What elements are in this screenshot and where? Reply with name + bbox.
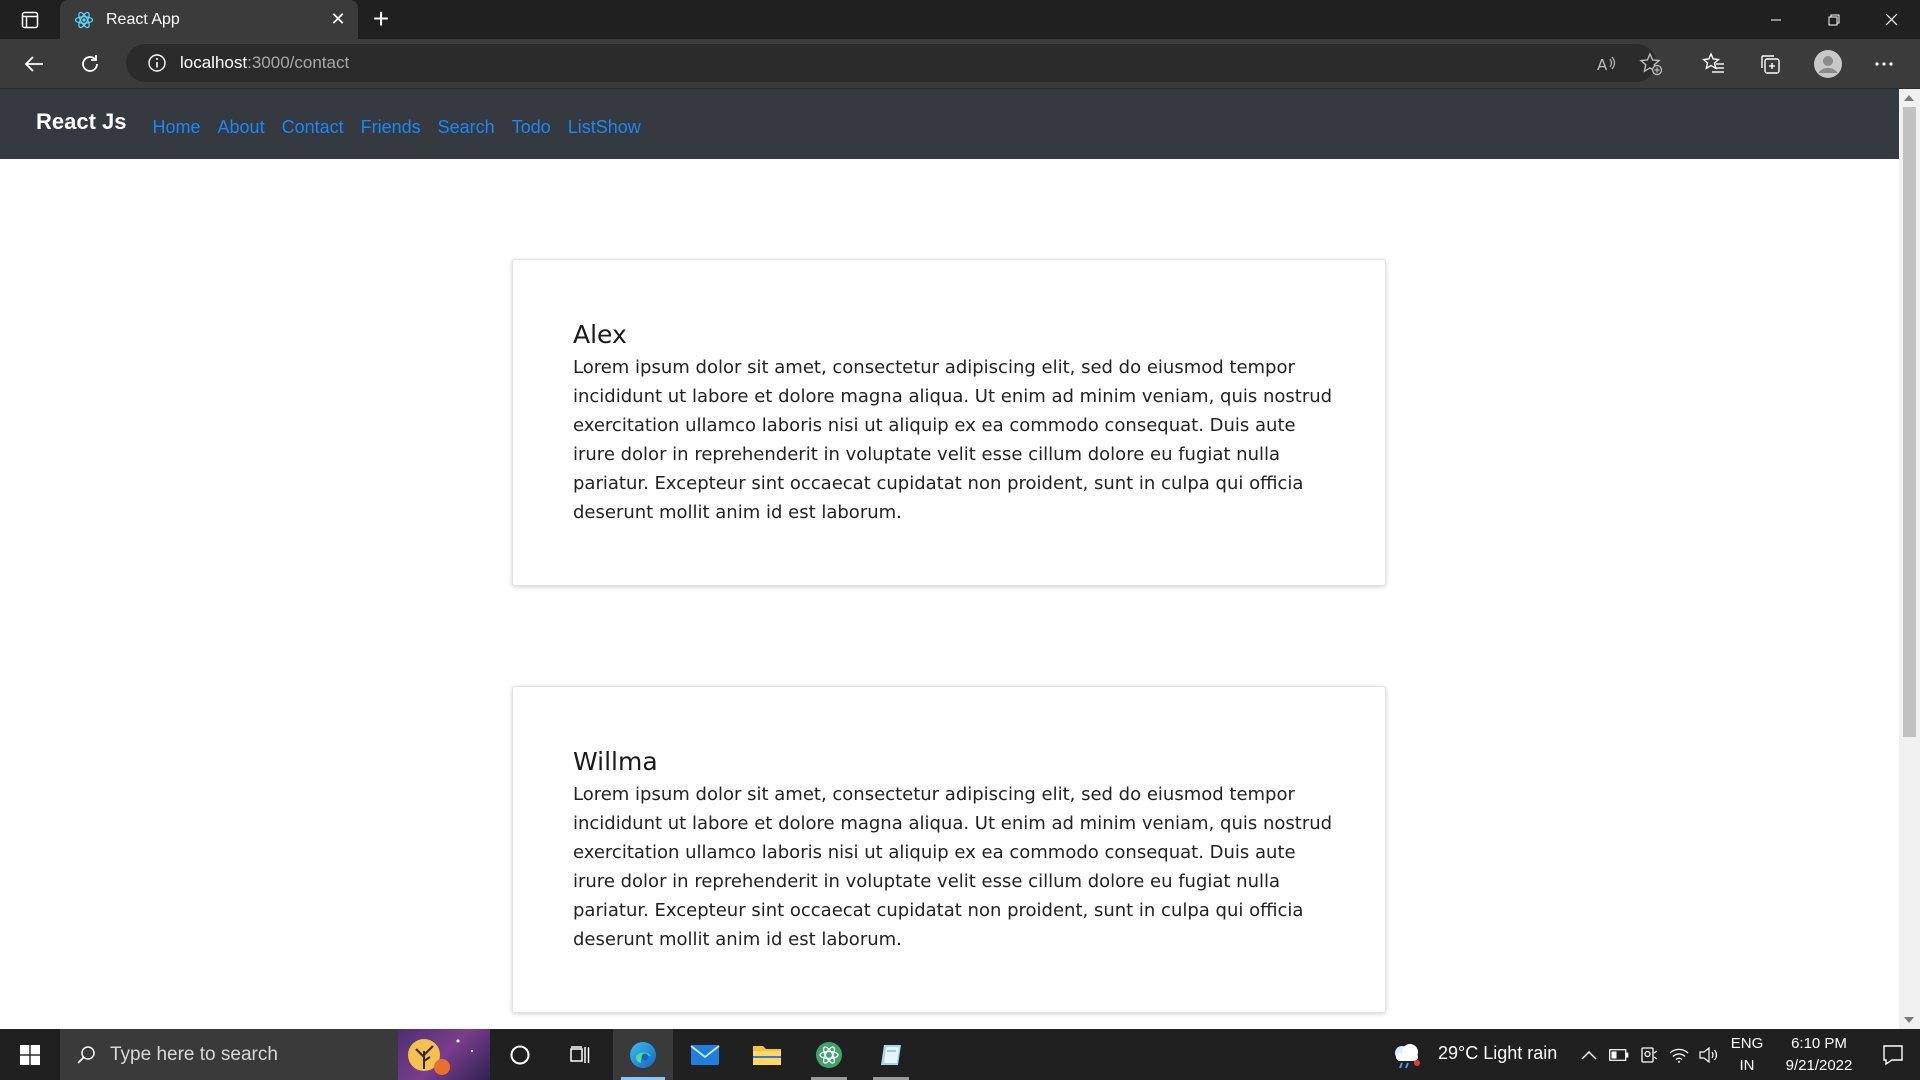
meet-now-button[interactable] (1634, 1029, 1664, 1080)
clock[interactable]: 6:10 PM 9/21/2022 (1772, 1033, 1866, 1077)
language-indicator[interactable]: ENG IN (1726, 1033, 1768, 1077)
taskbar-electron-app-button[interactable] (799, 1029, 859, 1080)
react-favicon-icon (74, 10, 94, 30)
start-button[interactable] (0, 1029, 60, 1080)
site-navbar: React Js Home About Contact Friends Sear… (0, 89, 1899, 159)
nav-link-home[interactable]: Home (153, 117, 201, 138)
wifi-icon (1669, 1048, 1689, 1063)
rain-cloud-icon (1395, 1043, 1420, 1068)
url-host: localhost (180, 53, 248, 72)
scroll-up-arrow-icon[interactable] (1904, 95, 1914, 101)
nav-link-contact[interactable]: Contact (282, 117, 344, 138)
avatar-icon (1814, 50, 1842, 78)
volume-button[interactable] (1694, 1029, 1724, 1080)
taskbar-file-explorer-button[interactable] (737, 1029, 797, 1080)
browser-toolbar: localhost:3000/contact A (0, 39, 1920, 89)
taskbar-edge-button[interactable] (613, 1029, 673, 1080)
atom-app-icon (816, 1041, 842, 1068)
browser-tab-bar: React App ✕ + (0, 0, 1920, 39)
cortana-circle-icon (510, 1045, 530, 1064)
speaker-icon (1699, 1046, 1718, 1063)
add-favorite-button[interactable] (1633, 47, 1669, 81)
url-path: :3000/contact (247, 53, 350, 72)
favorites-button[interactable] (1696, 47, 1732, 81)
minimize-button[interactable] (1747, 0, 1805, 39)
profile-button[interactable] (1810, 47, 1846, 81)
tab-close-icon[interactable]: ✕ (324, 6, 352, 34)
contact-card: Alex Lorem ipsum dolor sit amet, consect… (512, 259, 1386, 586)
notes-app-icon (881, 1044, 901, 1065)
battery-icon (1609, 1048, 1629, 1061)
cortana-button[interactable] (490, 1029, 550, 1080)
windows-taskbar: Type here to search 29°C Light rain ENG … (0, 1029, 1920, 1080)
nav-link-todo[interactable]: Todo (512, 117, 551, 138)
scroll-thumb[interactable] (1903, 107, 1916, 737)
page-viewport: React Js Home About Contact Friends Sear… (0, 89, 1899, 1029)
battery-button[interactable] (1604, 1029, 1634, 1080)
notifications-button[interactable] (1866, 1029, 1920, 1080)
weather-text[interactable]: 29°C Light rain (1438, 1043, 1557, 1064)
notification-icon (1883, 1044, 1903, 1065)
contact-name: Willma (573, 747, 658, 776)
contact-card: Willma Lorem ipsum dolor sit amet, conse… (512, 686, 1386, 1013)
back-arrow-icon (24, 56, 43, 72)
minimize-icon (1771, 19, 1781, 20)
collections-icon (1761, 55, 1780, 74)
taskbar-mail-button[interactable] (675, 1029, 735, 1080)
task-view-button[interactable] (550, 1029, 610, 1080)
nav-link-about[interactable]: About (218, 117, 265, 138)
address-bar[interactable]: localhost:3000/contact (126, 44, 1656, 82)
nav-link-friends[interactable]: Friends (361, 117, 421, 138)
back-button[interactable] (16, 47, 52, 81)
taskbar-search-placeholder: Type here to search (110, 1043, 278, 1065)
more-menu-button[interactable] (1866, 47, 1902, 81)
read-aloud-icon: A (1597, 56, 1616, 74)
scroll-down-arrow-icon[interactable] (1904, 1017, 1914, 1023)
star-add-icon (1639, 52, 1663, 76)
collections-button[interactable] (1752, 47, 1788, 81)
search-icon (77, 1045, 95, 1064)
refresh-icon (82, 55, 98, 72)
tab-title: React App (106, 10, 180, 28)
read-aloud-button[interactable]: A (1588, 47, 1624, 81)
windows-logo-icon (20, 1044, 40, 1065)
site-info-icon[interactable] (146, 52, 168, 74)
taskbar-search-box[interactable]: Type here to search (60, 1029, 490, 1080)
show-hidden-icons-button[interactable] (1574, 1029, 1604, 1080)
nav-link-search[interactable]: Search (438, 117, 495, 138)
nav-link-listshow[interactable]: ListShow (568, 117, 641, 138)
chevron-up-icon (1581, 1050, 1597, 1060)
mail-icon (690, 1044, 720, 1065)
network-button[interactable] (1664, 1029, 1694, 1080)
camera-icon (1641, 1046, 1658, 1063)
language-code: ENG (1730, 1035, 1764, 1052)
folder-icon (753, 1045, 781, 1065)
edge-browser-icon (630, 1041, 656, 1068)
restore-button[interactable] (1805, 0, 1863, 39)
tab-actions-button[interactable] (14, 8, 46, 32)
search-highlight-image (398, 1029, 490, 1080)
favorites-list-icon (1702, 52, 1724, 73)
more-dots-icon (1875, 62, 1893, 66)
close-icon (1885, 13, 1897, 26)
navbar-brand[interactable]: React Js (36, 109, 127, 135)
contact-name: Alex (573, 320, 627, 349)
contact-description: Lorem ipsum dolor sit amet, consectetur … (573, 784, 1333, 950)
clock-date: 9/21/2022 (1785, 1057, 1853, 1074)
page-scrollbar[interactable] (1899, 89, 1920, 1029)
task-view-icon (570, 1045, 590, 1063)
close-window-button[interactable] (1862, 0, 1920, 39)
restore-icon (1828, 14, 1840, 25)
svg-text:A: A (1597, 56, 1608, 74)
contact-description: Lorem ipsum dolor sit amet, consectetur … (573, 357, 1333, 523)
new-tab-button[interactable]: + (366, 5, 396, 35)
taskbar-notes-app-button[interactable] (861, 1029, 921, 1080)
browser-tab[interactable]: React App ✕ (60, 0, 358, 39)
region-code: IN (1739, 1057, 1755, 1074)
tab-actions-icon (21, 11, 39, 29)
weather-button[interactable] (1384, 1029, 1428, 1080)
refresh-button[interactable] (72, 47, 108, 81)
clock-time: 6:10 PM (1791, 1035, 1847, 1052)
